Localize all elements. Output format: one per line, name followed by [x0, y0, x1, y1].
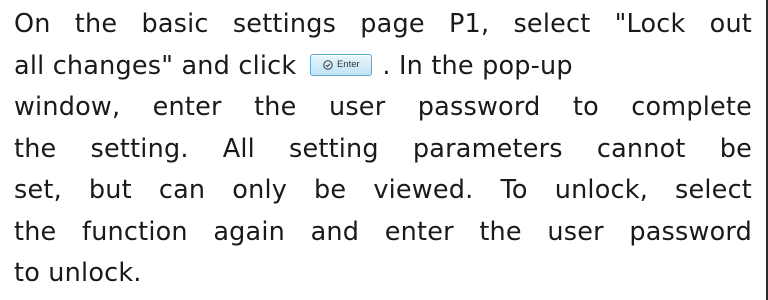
paragraph-line-2-end: . In the pop-up: [382, 50, 573, 81]
instruction-paragraph: On the basic settings page P1, select "L…: [14, 4, 752, 295]
paragraph-line-5: set, but can only be viewed. To unlock, …: [14, 175, 752, 205]
paragraph-line-7: to unlock.: [14, 258, 142, 288]
paragraph-line-1: On the basic settings page P1, select "L…: [14, 9, 752, 39]
check-circle-icon: [323, 59, 333, 70]
enter-button[interactable]: Enter: [310, 53, 373, 76]
paragraph-line-2: all changes" and click Enter . In the pop-…: [14, 46, 752, 88]
paragraph-line-3: window, enter the user password to compl…: [14, 92, 752, 122]
paragraph-line-6: the function again and enter the user pa…: [14, 216, 752, 247]
paragraph-line-4: the setting. All setting parameters cann…: [14, 133, 752, 164]
enter-button-label: Enter: [336, 58, 360, 70]
paragraph-line-2-start: all changes" and click: [14, 50, 297, 81]
